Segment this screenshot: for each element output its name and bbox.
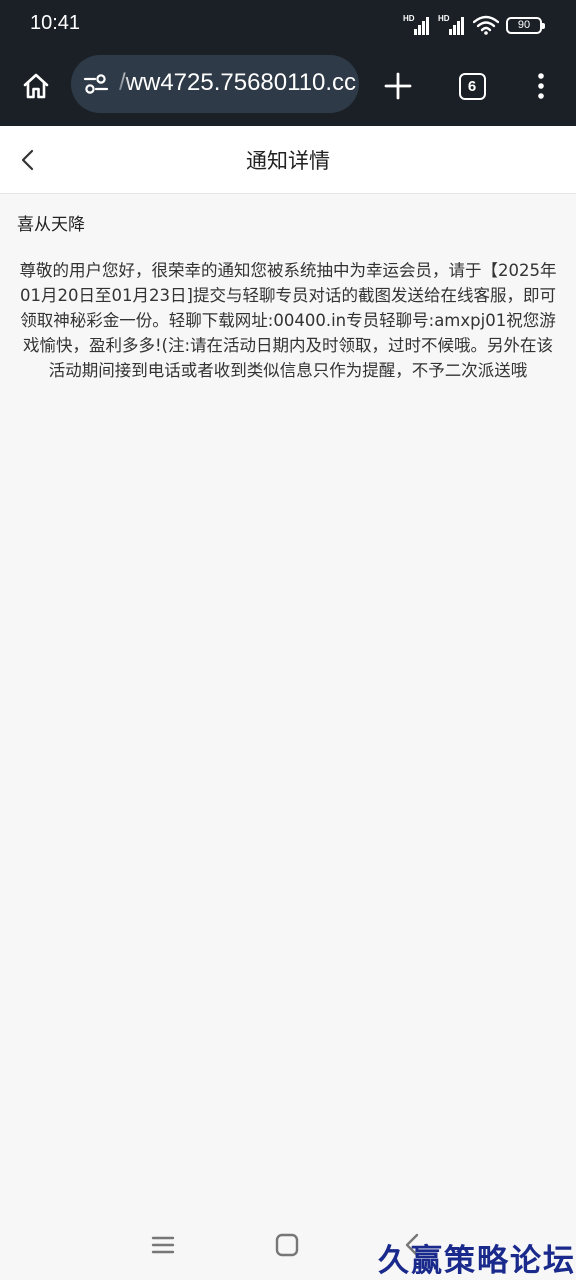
page-header: 通知详情 [0,126,576,194]
new-tab-button[interactable] [376,64,420,108]
url-text[interactable]: /ww4725.75680110.cc [119,69,359,97]
address-bar[interactable]: /ww4725.75680110.cc [71,55,359,113]
more-menu-button[interactable] [524,64,558,108]
plus-icon [384,72,412,100]
status-bar: 10:41 HD HD 90 [0,0,576,50]
notice-title: 喜从天降 [17,215,85,235]
url-fade [113,55,131,113]
page-title: 通知详情 [246,149,330,173]
home-square-icon[interactable] [272,1230,302,1260]
battery-level: 90 [517,19,531,31]
notice-body: 尊敬的用户您好，很荣幸的通知您被系统抽中为幸运会员，请于【2025年01月20日… [19,261,557,380]
signal-icon: HD [403,14,431,36]
home-button[interactable] [14,64,58,108]
browser-toolbar: /ww4725.75680110.cc 6 [0,50,576,126]
status-icons: HD HD 90 [403,14,545,36]
signal-icon: HD [438,14,466,36]
tab-count: 6 [467,77,477,95]
more-vert-icon [538,73,544,99]
home-icon [23,73,49,99]
tabs-icon: 6 [458,72,486,100]
battery-icon: 90 [506,16,545,34]
menu-icon[interactable] [148,1230,178,1260]
watermark-text: 久赢策略论坛 [378,1243,576,1279]
wifi-icon [473,15,499,35]
status-time: 10:41 [30,12,81,34]
tabs-button[interactable]: 6 [452,64,492,108]
site-settings-icon[interactable] [81,70,111,98]
